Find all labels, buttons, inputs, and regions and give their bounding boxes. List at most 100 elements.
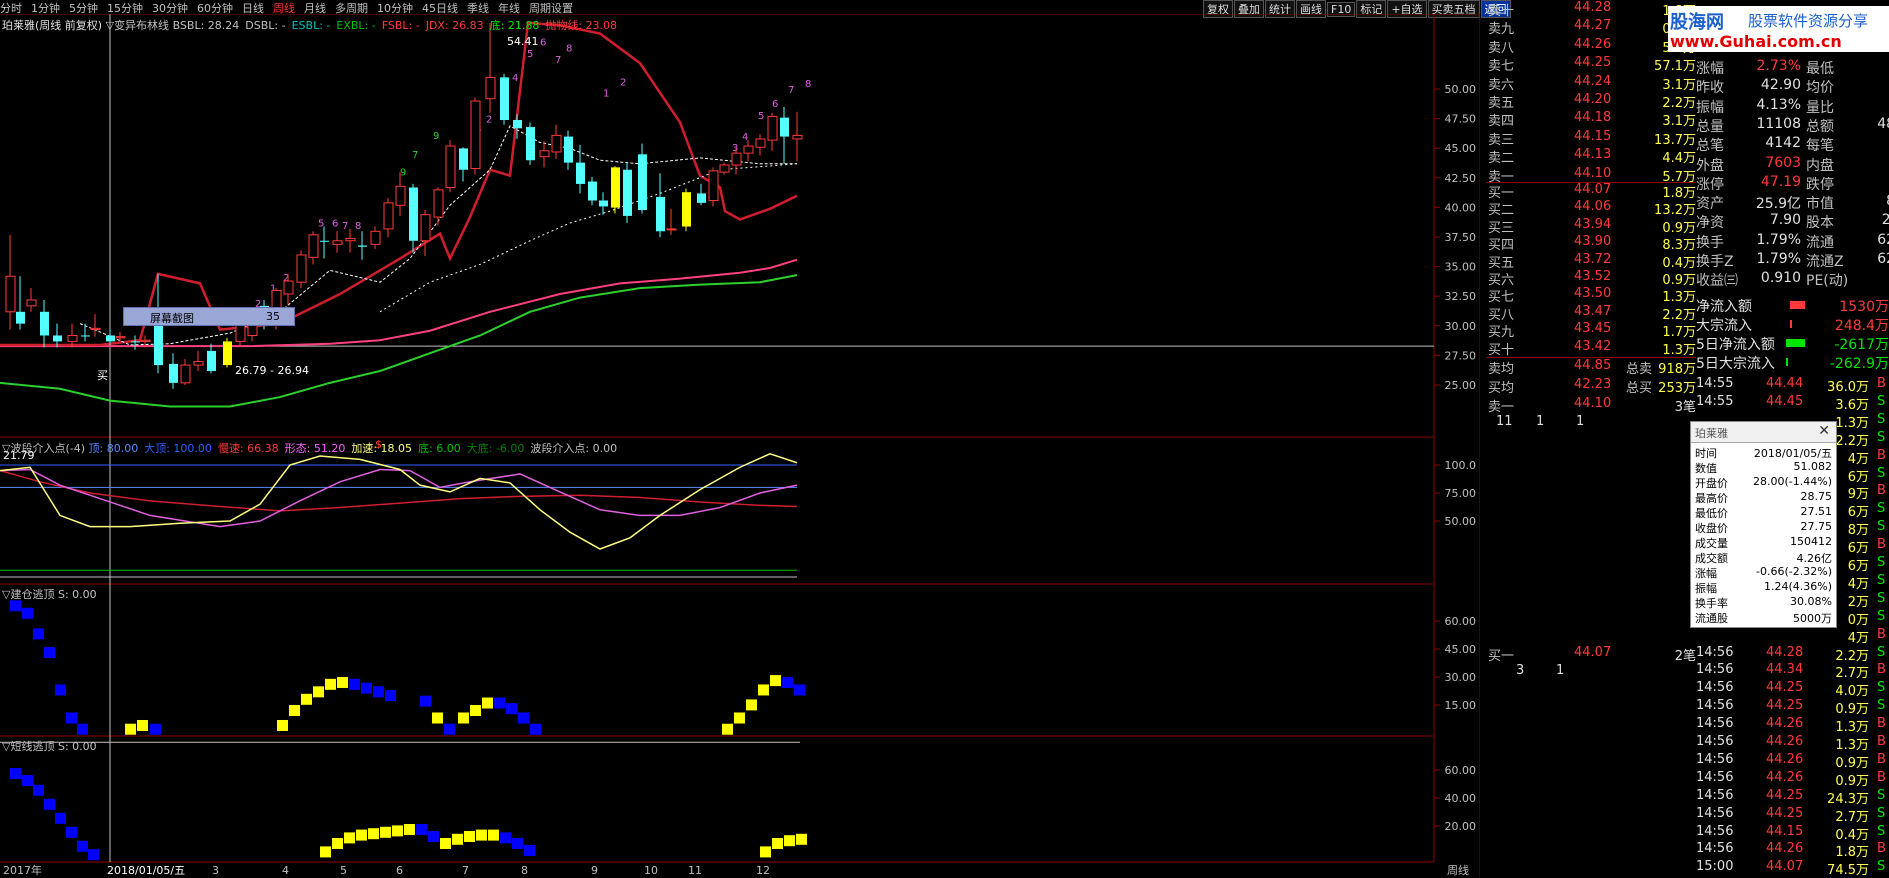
tick-volume: 0.4万 — [1835, 827, 1869, 843]
tick-volume: 2.7万 — [1835, 666, 1869, 682]
signal-block — [392, 825, 403, 837]
tick-row[interactable]: 15:00 44.07 74.5万 S — [1694, 859, 1889, 878]
orderbook-row[interactable]: 买四 43.90 8.3万 — [1486, 234, 1696, 253]
orderbook-row[interactable]: 卖二 44.13 4.4万 — [1486, 147, 1696, 166]
flow-bar — [1786, 339, 1805, 347]
popup-title: 珀莱雅 — [1695, 427, 1728, 440]
level-qty: 0.4万 — [1662, 255, 1696, 271]
x-tick-label: 2017年 — [3, 863, 42, 877]
flow-row: 5日净流入额 -2617万 — [1694, 334, 1889, 353]
tick-time: 15:00 — [1696, 859, 1734, 875]
orderbook-row[interactable]: 卖八44.265.3万 — [1486, 37, 1696, 56]
y-tick-label: 30.00 — [1445, 671, 1477, 684]
screenshot-tag[interactable]: 屏幕截图 35 — [123, 307, 295, 326]
stat-row: 资产25.9亿市值88 — [1694, 193, 1889, 212]
popup-row: 最高价 28.75 — [1691, 490, 1836, 505]
tick-row[interactable]: 14:55 44.45 3.6万 S — [1694, 394, 1889, 413]
candle-body — [588, 181, 597, 201]
stat-label2: 跌停 — [1806, 176, 1834, 193]
orderbook-row[interactable]: 买五 43.72 0.4万 — [1486, 252, 1696, 271]
wave-number: 1 — [603, 88, 609, 99]
avg-price: 44.85 — [1574, 358, 1612, 373]
popup-key: 涨幅 — [1695, 567, 1717, 580]
param-value: FSBL: - — [381, 19, 420, 32]
level-price: 43.52 — [1574, 269, 1612, 284]
tick-row[interactable]: 14:56 44.26 1.3万 B — [1694, 734, 1889, 753]
tick-row[interactable]: 14:56 44.25 2.7万 S — [1694, 805, 1889, 825]
orderbook-row[interactable]: 买二 44.06 13.2万 — [1486, 199, 1696, 218]
logo-slogan: 股票软件资源分享 — [1748, 12, 1869, 30]
indicator-name[interactable]: ▽变异布林线 — [106, 19, 169, 32]
param-value: 波段介入点: 0.00 — [530, 442, 618, 455]
tick-row[interactable]: 14:56 44.25 24.3万 S — [1694, 788, 1889, 807]
candlesticks[interactable] — [5, 22, 803, 389]
tick-row[interactable]: 14:56 44.15 0.4万 S — [1694, 824, 1889, 843]
orderbook-row[interactable]: 买九 43.45 1.7万 — [1486, 321, 1696, 340]
signal-block — [512, 838, 523, 849]
orderbook-row[interactable]: 买六 43.52 0.9万 — [1486, 269, 1696, 288]
tick-row[interactable]: 14:56 44.25 0.9万 S — [1694, 698, 1889, 717]
popup-key: 最高价 — [1695, 492, 1728, 505]
orderbook-row[interactable]: 买八 43.47 2.2万 — [1486, 304, 1696, 323]
queue-row: 买一 44.07 2笔 — [1486, 645, 1696, 664]
tick-row[interactable]: 14:56 44.26 0.9万 B — [1694, 752, 1889, 771]
stat-label: 涨幅 — [1696, 61, 1724, 77]
tick-row[interactable]: 14:56 44.26 0.9万 B — [1694, 769, 1889, 789]
orderbook-row[interactable]: 卖一 44.10 5.7万 — [1486, 166, 1696, 185]
orderbook-row[interactable]: 卖五 44.20 2.2万 — [1486, 92, 1696, 111]
queue-item: 11 — [1496, 414, 1513, 429]
tick-time: 14:56 — [1696, 769, 1734, 785]
queue-count: 2笔 — [1674, 649, 1696, 664]
orderbook-row[interactable]: 买三 43.94 0.9万 — [1486, 217, 1696, 236]
popup-value: 51.082 — [1793, 460, 1833, 473]
tick-row[interactable]: 14:55 44.44 36.0万 B — [1694, 376, 1889, 395]
candle-body — [697, 193, 706, 203]
tick-volume: 2.7万 — [1835, 809, 1869, 825]
orderbook-row[interactable]: 买十 43.42 1.3万 — [1486, 339, 1696, 358]
tick-row[interactable]: 14:56 44.25 4.0万 S — [1694, 680, 1889, 699]
flow-row: 大宗流入 248.4万 — [1694, 315, 1889, 334]
orderbook-row[interactable]: 买七 43.50 1.3万 — [1486, 286, 1696, 305]
stock-title: 珀莱雅(周线 前复权) — [2, 19, 103, 32]
tick-price: 44.26 — [1766, 734, 1804, 749]
orderbook-row[interactable]: 卖七 44.25 57.1万 — [1486, 55, 1696, 74]
candle-body — [358, 245, 367, 247]
candle-body — [780, 117, 789, 137]
tick-row[interactable]: 14:56 44.28 2.2万 S — [1694, 645, 1889, 664]
wave-number: 7 — [342, 221, 348, 232]
tick-row[interactable]: 14:56 44.26 1.3万 B — [1694, 716, 1889, 735]
tick-direction: S — [1877, 805, 1886, 821]
candle-body — [719, 164, 730, 173]
orderbook-row[interactable]: 卖十44.281.8万 — [1486, 0, 1696, 19]
stat-row: 昨收42.90均价4 — [1694, 77, 1889, 96]
orderbook-row[interactable]: 卖三 44.15 13.7万 — [1486, 129, 1696, 148]
tick-row[interactable]: 4万 B — [1694, 627, 1889, 646]
candle-body — [731, 152, 742, 166]
queue-label: 卖一 — [1488, 400, 1515, 415]
tick-time: 14:56 — [1696, 805, 1734, 821]
popup-key: 振幅 — [1695, 582, 1717, 595]
orderbook-row[interactable]: 卖九44.270.9万 — [1486, 18, 1696, 37]
stat-label2: 流通 — [1806, 234, 1834, 251]
tick-direction: B — [1877, 769, 1886, 785]
stat-label2: 市值 — [1806, 196, 1834, 213]
signal-block — [458, 712, 469, 724]
orderbook-row[interactable]: 买一 44.07 1.8万 — [1486, 182, 1696, 201]
tick-row[interactable]: 14:56 44.26 1.8万 B — [1694, 841, 1889, 860]
candle-body — [743, 145, 754, 154]
candle-body — [383, 202, 394, 230]
signal-block — [444, 723, 455, 735]
close-icon[interactable]: ✕ — [1818, 423, 1830, 439]
wave-number: 9 — [400, 168, 406, 179]
avg-value: 253万 — [1658, 381, 1696, 396]
signal-block — [452, 833, 463, 845]
signal-block — [77, 723, 88, 735]
tick-direction: B — [1877, 483, 1886, 499]
candle-body — [115, 336, 126, 339]
y-tick-label: 60.00 — [1445, 615, 1477, 628]
orderbook-row[interactable]: 卖四 44.18 3.1万 — [1486, 110, 1696, 129]
tick-price: 44.34 — [1766, 662, 1804, 678]
orderbook-row[interactable]: 卖六 44.24 3.1万 — [1486, 74, 1696, 93]
tick-direction: B — [1877, 376, 1886, 391]
tick-row[interactable]: 14:56 44.34 2.7万 B — [1694, 662, 1889, 682]
